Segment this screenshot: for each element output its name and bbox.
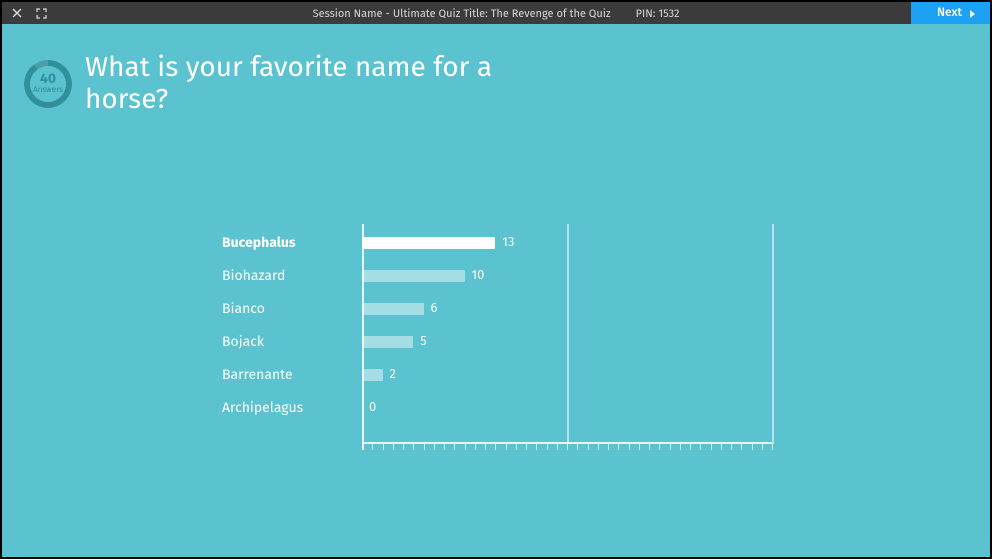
- chart-bar: [362, 270, 465, 282]
- quiz-title: Ultimate Quiz Title: The Revenge of the …: [393, 7, 611, 20]
- chart-bar: [362, 336, 413, 348]
- chart-bar: [362, 237, 495, 249]
- chart-row: Barrenante 2: [222, 358, 782, 391]
- chart-bar-value: 6: [431, 301, 438, 316]
- chart-row: Bianco 6: [222, 292, 782, 325]
- chart-row: Archipelagus 0: [222, 391, 782, 424]
- chart-bar-value: 0: [369, 400, 376, 415]
- chart-row-label: Biohazard: [222, 267, 362, 284]
- answers-count: 40: [40, 72, 56, 86]
- chart-row: Biohazard 10: [222, 259, 782, 292]
- stage: 40 Answers What is your favorite name fo…: [2, 24, 990, 557]
- session-name: Session Name: [313, 7, 383, 20]
- chart-row: Bucephalus 13: [222, 226, 782, 259]
- chart-bar-value: 10: [472, 268, 485, 283]
- top-bar: Session Name - Ultimate Quiz Title: The …: [2, 2, 990, 24]
- results-chart: Bucephalus 13 Biohazard 10 Bianco 6 Bojack 5 Bar…: [222, 226, 782, 424]
- chart-row-label: Bianco: [222, 300, 362, 317]
- chart-row-label: Archipelagus: [222, 399, 362, 416]
- fullscreen-icon[interactable]: [36, 8, 47, 19]
- answers-badge: 40 Answers: [24, 60, 72, 108]
- app-frame: Session Name - Ultimate Quiz Title: The …: [2, 2, 990, 557]
- chart-bar-value: 5: [420, 334, 427, 349]
- chart-bar-value: 13: [502, 235, 514, 250]
- close-icon[interactable]: [12, 8, 22, 18]
- chart-row-label: Bucephalus: [222, 234, 362, 251]
- chart-row: Bojack 5: [222, 325, 782, 358]
- chart-bar: [362, 369, 383, 381]
- next-button-label: Next: [937, 6, 962, 20]
- question-text: What is your favorite name for a horse?: [85, 52, 545, 116]
- top-bar-title: Session Name - Ultimate Quiz Title: The …: [2, 7, 990, 20]
- chart-bar-value: 2: [390, 367, 396, 382]
- chart-row-label: Barrenante: [222, 366, 362, 383]
- chart-bar: [362, 303, 424, 315]
- answers-label: Answers: [33, 86, 63, 96]
- pin-display: PIN: 1532: [636, 7, 680, 20]
- chart-row-label: Bojack: [222, 333, 362, 350]
- next-button[interactable]: Next: [911, 2, 990, 24]
- arrow-right-icon: [969, 9, 976, 18]
